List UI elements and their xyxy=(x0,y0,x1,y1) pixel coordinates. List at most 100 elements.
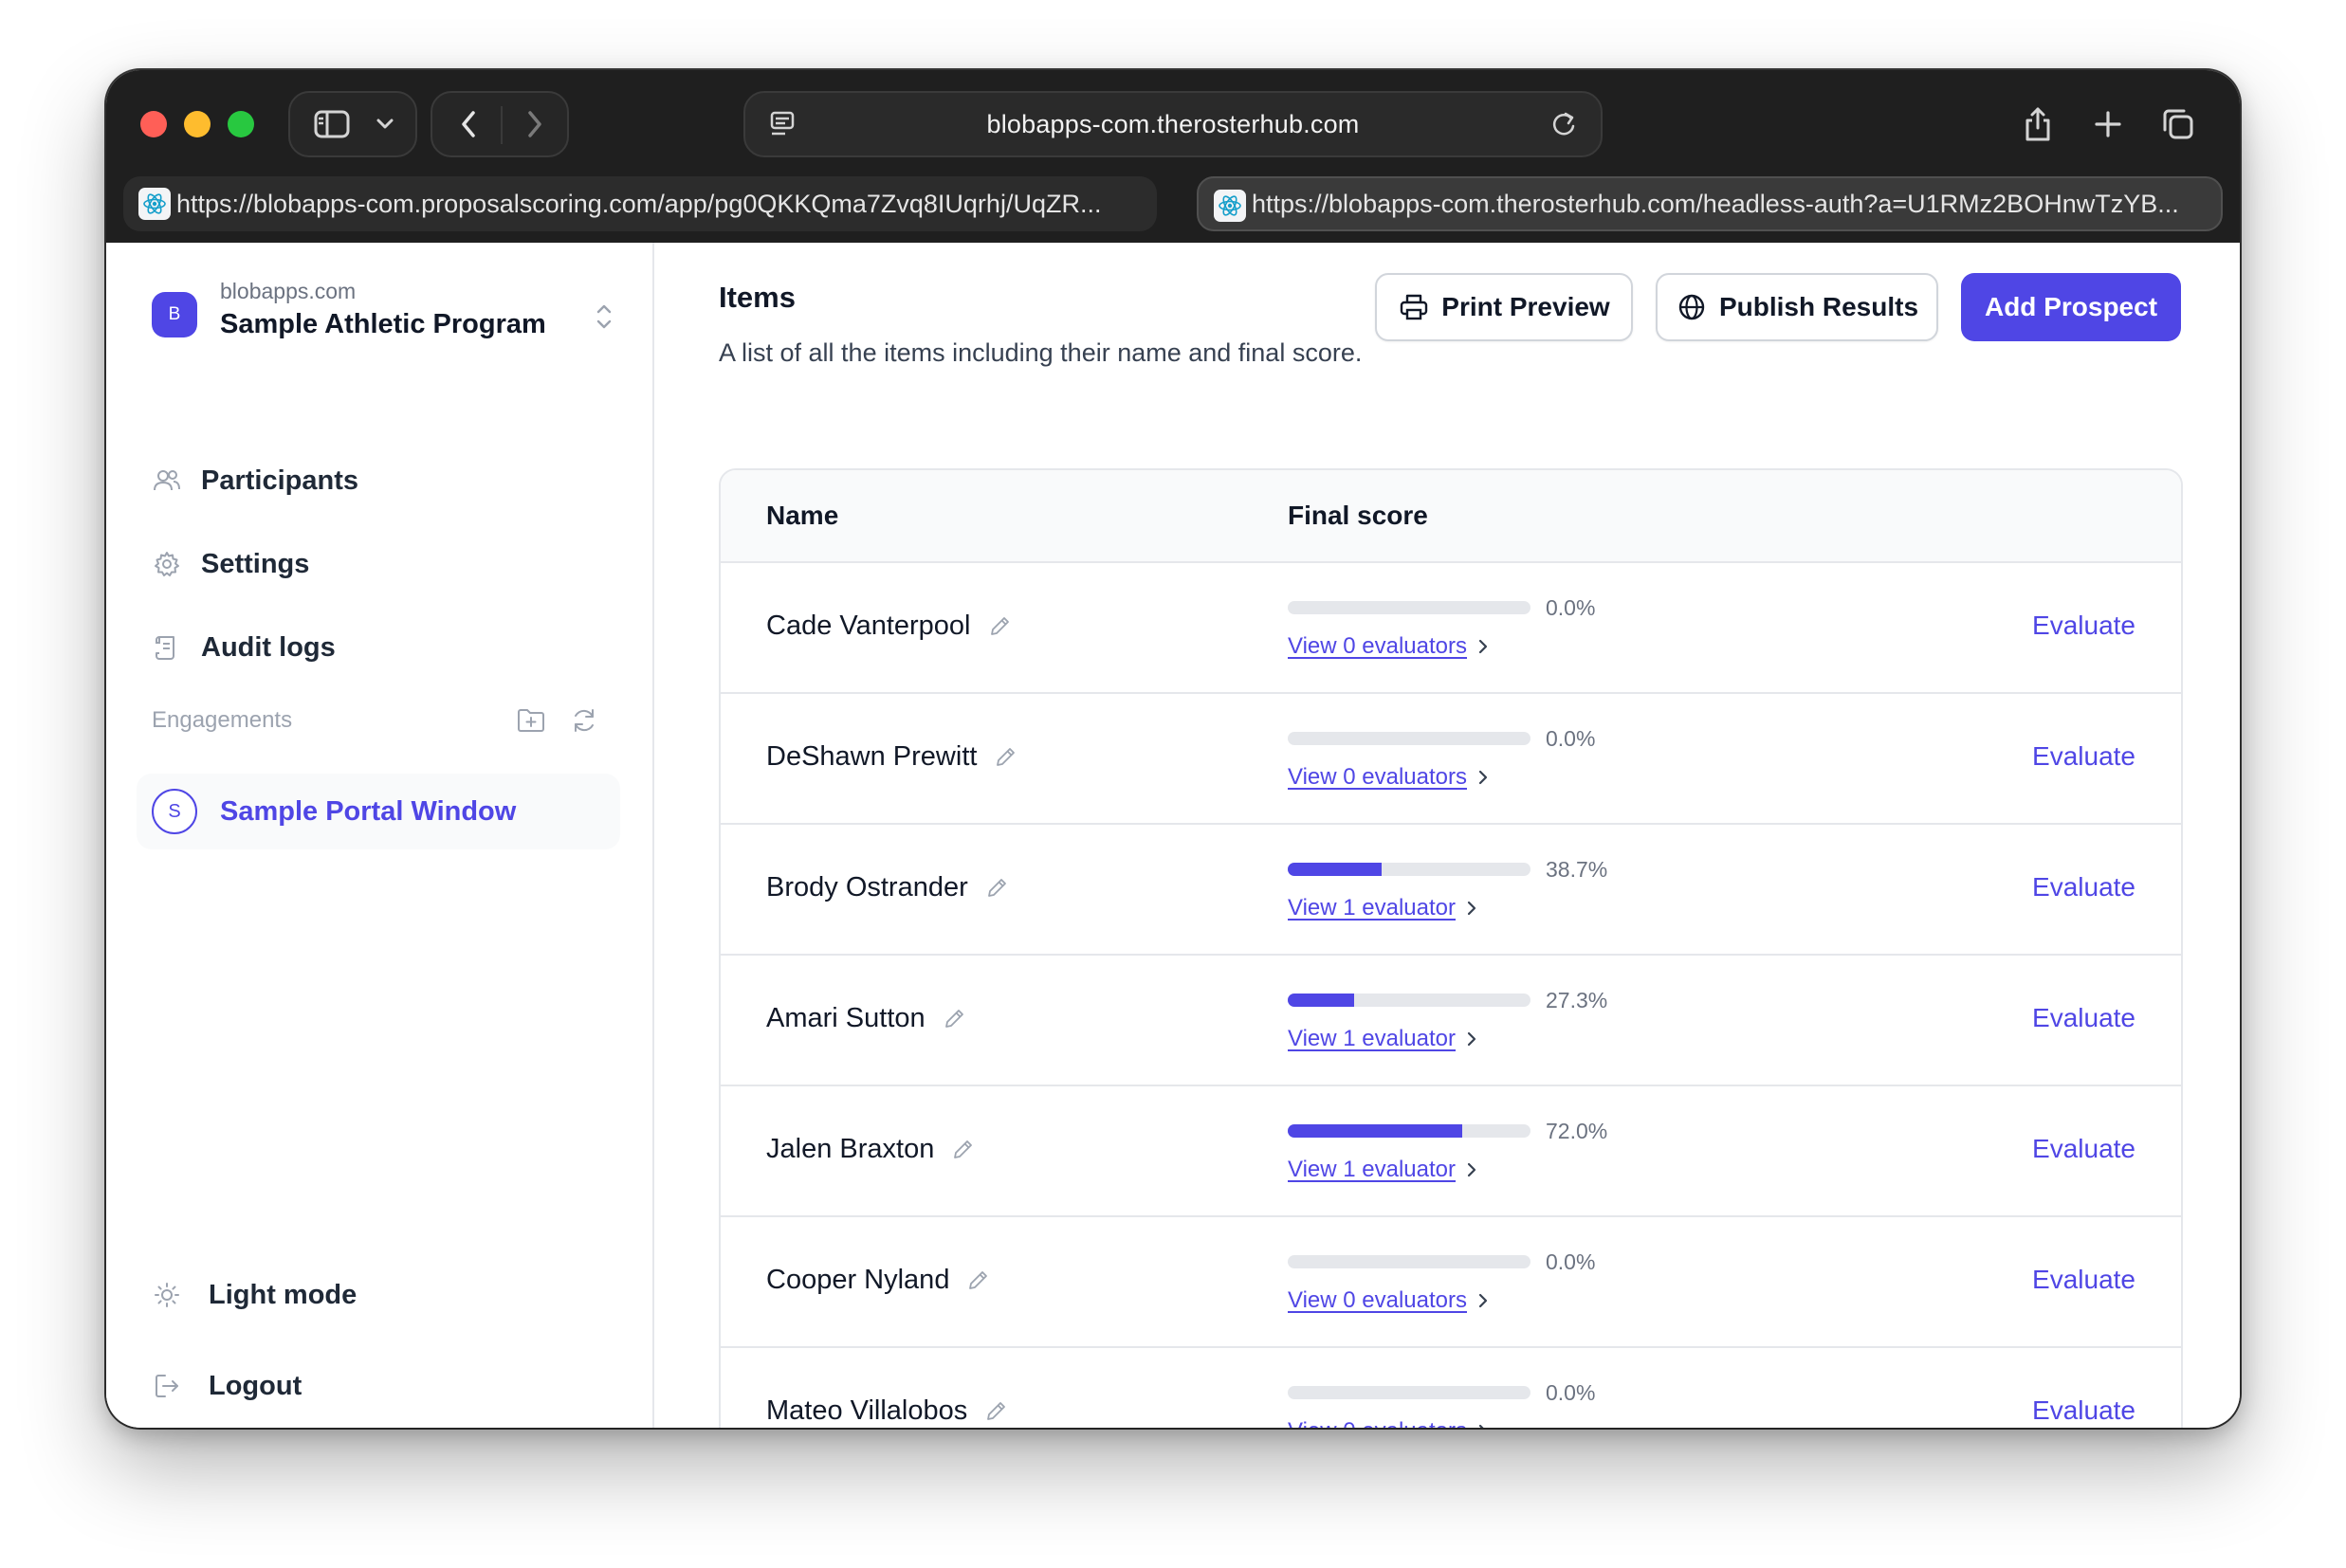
score-progress-bar xyxy=(1288,1124,1530,1138)
pencil-icon[interactable] xyxy=(992,744,1018,771)
logout-button[interactable]: Logout xyxy=(148,1359,613,1413)
score-progress-bar xyxy=(1288,863,1530,876)
evaluate-button[interactable]: Evaluate xyxy=(2032,741,2135,772)
tab-bar: https://blobapps-com.proposalscoring.com… xyxy=(123,169,2223,243)
view-evaluators-link[interactable]: View 0 evaluators xyxy=(1288,633,1494,660)
refresh-icon[interactable] xyxy=(565,702,603,739)
score-percent: 0.0% xyxy=(1546,726,1596,751)
table-header: Name Final score xyxy=(721,470,2181,563)
chevron-right-icon xyxy=(1476,1421,1494,1428)
evaluate-button[interactable]: Evaluate xyxy=(2032,1395,2135,1426)
close-window-button[interactable] xyxy=(140,111,167,137)
sidebar-toggle-icon[interactable] xyxy=(303,93,360,155)
pencil-icon[interactable] xyxy=(983,875,1010,902)
chevron-right-icon xyxy=(1476,636,1494,657)
item-name: Amari Sutton xyxy=(766,1003,926,1033)
engagements-title: Engagements xyxy=(152,707,293,733)
logout-label: Logout xyxy=(209,1370,302,1401)
score-progress-bar xyxy=(1288,994,1530,1007)
add-prospect-button[interactable]: Add Prospect xyxy=(1961,273,2181,341)
score-percent: 38.7% xyxy=(1546,857,1608,882)
score-percent: 27.3% xyxy=(1546,988,1608,1012)
scroll-icon xyxy=(152,632,182,663)
sidebar-item-label: Audit logs xyxy=(201,631,336,663)
score-progress-fill xyxy=(1288,863,1383,876)
sidebar-item-participants[interactable]: Participants xyxy=(148,451,613,510)
view-evaluators-link[interactable]: View 0 evaluators xyxy=(1288,1418,1494,1428)
page-title: Items xyxy=(719,281,796,314)
view-evaluators-link[interactable]: View 0 evaluators xyxy=(1288,1287,1494,1314)
browser-toolbar: blobapps-com.therosterhub.com xyxy=(106,70,2240,169)
tab-proposalscoring[interactable]: https://blobapps-com.proposalscoring.com… xyxy=(123,176,1157,231)
tab-title: https://blobapps-com.proposalscoring.com… xyxy=(176,189,1102,218)
score-cell: 0.0% View 0 evaluators xyxy=(1288,1249,1686,1325)
name-cell: Amari Sutton xyxy=(766,1003,967,1034)
item-name: Mateo Villalobos xyxy=(766,1395,968,1426)
back-icon[interactable] xyxy=(442,93,495,155)
sidebar-item-label: Settings xyxy=(201,548,310,579)
pencil-icon[interactable] xyxy=(949,1137,976,1163)
browser-window: blobapps-com.therosterhub.com https://bl… xyxy=(106,70,2240,1428)
org-name: Sample Athletic Program xyxy=(220,309,546,339)
score-progress-fill xyxy=(1288,994,1354,1007)
view-evaluators-label: View 0 evaluators xyxy=(1288,764,1467,790)
view-evaluators-link[interactable]: View 1 evaluator xyxy=(1288,1026,1482,1052)
sidebar-item-audit-logs[interactable]: Audit logs xyxy=(148,618,613,677)
publish-results-button[interactable]: Publish Results xyxy=(1656,273,1938,341)
minimize-window-button[interactable] xyxy=(184,111,211,137)
light-mode-label: Light mode xyxy=(209,1279,357,1310)
score-percent: 0.0% xyxy=(1546,1380,1596,1405)
score-percent: 72.0% xyxy=(1546,1119,1608,1143)
score-cell: 72.0% View 1 evaluator xyxy=(1288,1119,1686,1194)
table-row: Cade Vanterpool 0.0% View 0 evaluators Eval… xyxy=(721,563,2181,694)
printer-icon xyxy=(1398,291,1430,323)
chevron-right-icon xyxy=(1465,1159,1482,1180)
new-folder-icon[interactable] xyxy=(512,702,550,739)
sidebar: B blobapps.com Sample Athletic Program P… xyxy=(106,243,654,1428)
new-tab-icon[interactable] xyxy=(2080,91,2135,157)
browser-actions xyxy=(2010,91,2206,157)
chevron-down-icon[interactable] xyxy=(366,93,404,155)
evaluate-button[interactable]: Evaluate xyxy=(2032,1265,2135,1295)
view-evaluators-link[interactable]: View 0 evaluators xyxy=(1288,764,1494,791)
evaluate-button[interactable]: Evaluate xyxy=(2032,611,2135,641)
tab-overview-icon[interactable] xyxy=(2151,91,2206,157)
column-header-name: Name xyxy=(766,501,839,530)
view-evaluators-link[interactable]: View 1 evaluator xyxy=(1288,1157,1482,1183)
maximize-window-button[interactable] xyxy=(228,111,254,137)
pencil-icon[interactable] xyxy=(964,1267,991,1294)
share-icon[interactable] xyxy=(2010,91,2065,157)
org-switcher[interactable]: B blobapps.com Sample Athletic Program xyxy=(152,279,616,345)
reload-icon[interactable] xyxy=(1540,93,1587,155)
view-evaluators-label: View 0 evaluators xyxy=(1288,633,1467,659)
evaluate-button[interactable]: Evaluate xyxy=(2032,1134,2135,1164)
engagement-label: Sample Portal Window xyxy=(220,795,517,827)
tab-therosterhub[interactable]: https://blobapps-com.therosterhub.com/he… xyxy=(1197,176,2223,231)
view-evaluators-label: View 1 evaluator xyxy=(1288,895,1456,921)
light-mode-toggle[interactable]: Light mode xyxy=(148,1268,613,1322)
print-preview-label: Print Preview xyxy=(1441,292,1610,321)
publish-results-label: Publish Results xyxy=(1718,292,1919,321)
evaluate-button[interactable]: Evaluate xyxy=(2032,1003,2135,1033)
sidebar-item-settings[interactable]: Settings xyxy=(148,535,613,593)
print-preview-button[interactable]: Print Preview xyxy=(1375,273,1633,341)
name-cell: Cade Vanterpool xyxy=(766,611,1013,642)
score-progress-fill xyxy=(1288,1124,1463,1138)
engagement-item[interactable]: S Sample Portal Window xyxy=(137,774,620,849)
pencil-icon[interactable] xyxy=(941,1006,967,1032)
view-evaluators-link[interactable]: View 1 evaluator xyxy=(1288,895,1482,921)
gear-icon xyxy=(152,549,182,579)
chevron-up-down-icon[interactable] xyxy=(592,300,616,334)
table-row: Mateo Villalobos 0.0% View 0 evaluators Eva… xyxy=(721,1348,2181,1428)
pencil-icon[interactable] xyxy=(982,1398,1009,1425)
item-name: Cooper Nyland xyxy=(766,1265,950,1295)
score-progress-bar xyxy=(1288,1255,1530,1268)
page-description: A list of all the items including their … xyxy=(719,338,1363,367)
item-name: Cade Vanterpool xyxy=(766,611,971,641)
item-name: Brody Ostrander xyxy=(766,872,968,903)
forward-icon[interactable] xyxy=(508,93,561,155)
pencil-icon[interactable] xyxy=(986,613,1013,640)
view-evaluators-label: View 1 evaluator xyxy=(1288,1026,1456,1051)
address-bar[interactable]: blobapps-com.therosterhub.com xyxy=(743,91,1603,157)
evaluate-button[interactable]: Evaluate xyxy=(2032,872,2135,903)
